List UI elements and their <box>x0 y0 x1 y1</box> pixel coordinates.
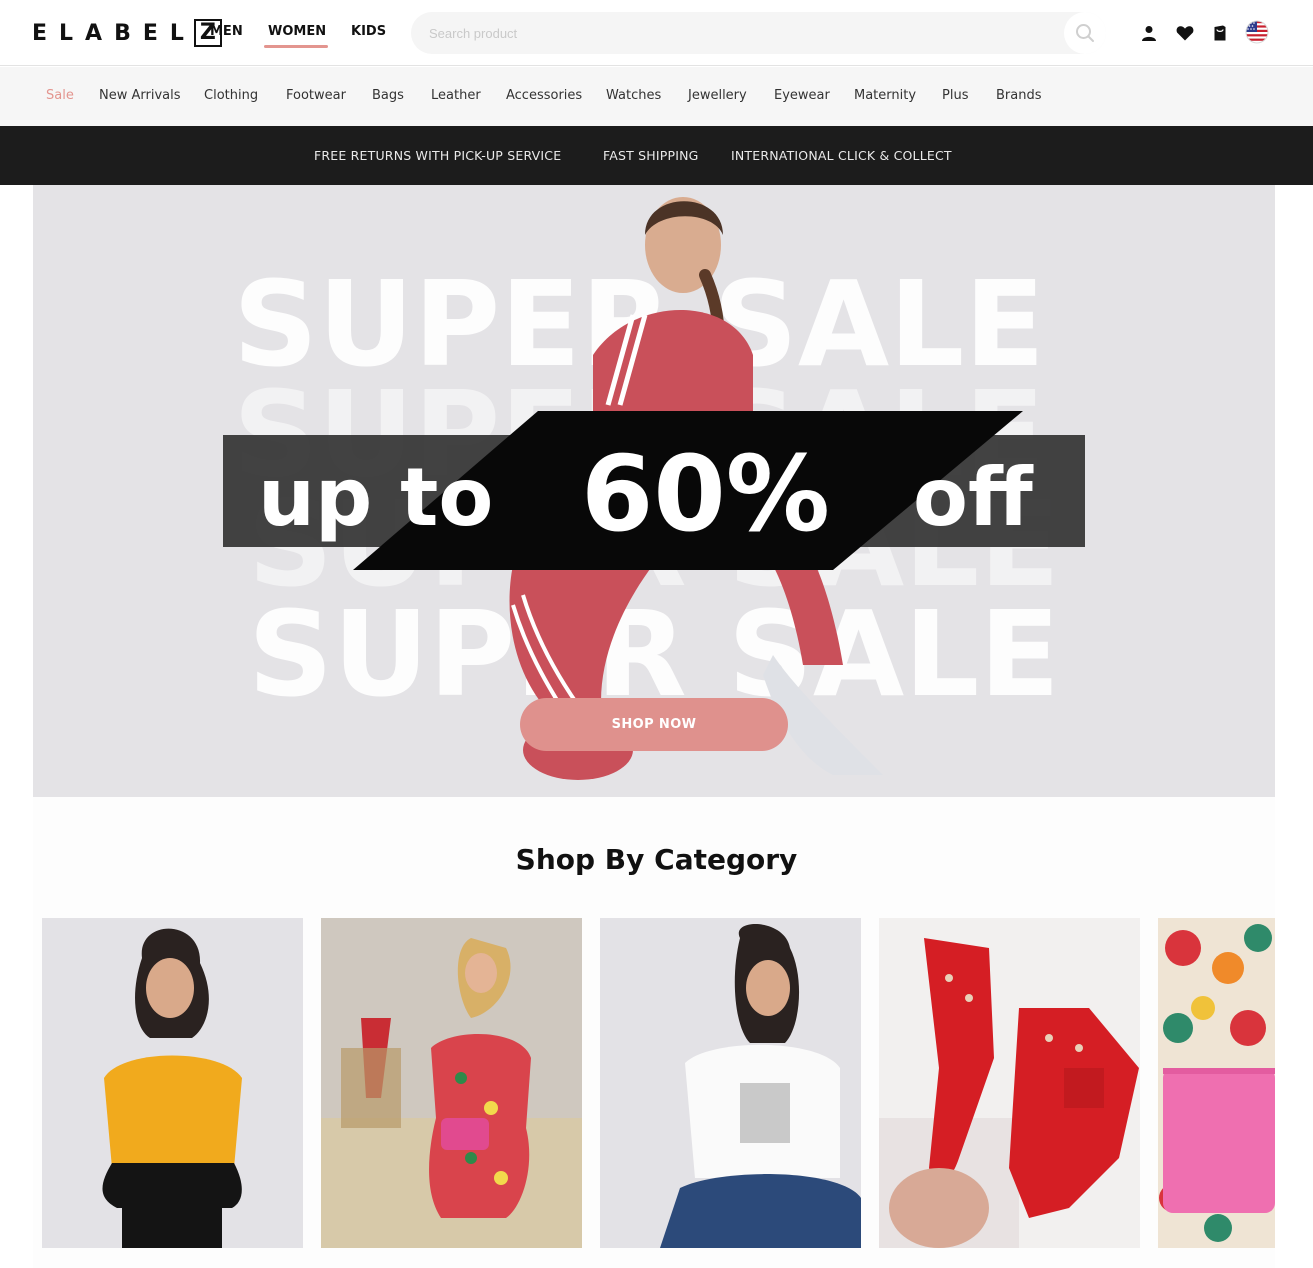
category-card-dresses[interactable] <box>321 918 582 1248</box>
category-plus[interactable]: Plus <box>942 88 968 103</box>
hero-headline-suffix: off <box>913 451 1034 544</box>
search-bar <box>411 12 1106 54</box>
hero-headline-prefix: up to <box>258 451 493 544</box>
fast-shipping-text: FAST SHIPPING <box>603 148 699 163</box>
search-input[interactable] <box>429 12 1049 54</box>
category-bags[interactable]: Bags <box>372 88 404 103</box>
category-image-dresses <box>321 918 582 1248</box>
account-button[interactable] <box>1138 22 1160 44</box>
category-image-tshirts <box>600 918 861 1248</box>
free-returns-text: FREE RETURNS WITH PICK-UP SERVICE <box>314 148 562 163</box>
category-eyewear[interactable]: Eyewear <box>774 88 830 103</box>
click-collect-text: INTERNATIONAL CLICK & COLLECT <box>731 148 952 163</box>
cart-button[interactable] <box>1209 22 1231 44</box>
category-brands[interactable]: Brands <box>996 88 1042 103</box>
category-image-shoes <box>879 918 1140 1248</box>
user-icon <box>1142 26 1156 41</box>
elabelz-logo[interactable]: ELABEL Z <box>32 18 222 48</box>
category-accessories[interactable]: Accessories <box>506 88 582 103</box>
category-image-tops <box>42 918 303 1248</box>
gender-tab-kids[interactable]: KIDS <box>351 24 386 39</box>
bag-icon <box>1214 25 1226 41</box>
hero-banner[interactable]: SUPER SALE SUPER SALE SUPER SALE SUPER S… <box>33 185 1275 797</box>
category-card-bags[interactable] <box>1158 918 1275 1248</box>
logo-text: ELABEL <box>32 20 196 46</box>
category-jewellery[interactable]: Jewellery <box>688 88 747 103</box>
top-header: ELABEL Z MEN WOMEN KIDS <box>0 0 1313 66</box>
category-card-tshirts[interactable] <box>600 918 861 1248</box>
hero-headline-value: 60% <box>581 433 830 555</box>
search-button[interactable] <box>1064 12 1106 54</box>
category-watches[interactable]: Watches <box>606 88 661 103</box>
category-sale[interactable]: Sale <box>46 88 74 103</box>
category-clothing[interactable]: Clothing <box>204 88 258 103</box>
category-card-shoes[interactable] <box>879 918 1140 1248</box>
gender-tab-men[interactable]: MEN <box>210 24 243 39</box>
section-title: Shop By Category <box>515 843 798 876</box>
category-footwear[interactable]: Footwear <box>286 88 346 103</box>
search-icon <box>1076 24 1094 42</box>
category-maternity[interactable]: Maternity <box>854 88 916 103</box>
category-card-tops[interactable] <box>42 918 303 1248</box>
category-nav: Sale New Arrivals Clothing Footwear Bags… <box>0 67 1313 126</box>
category-image-bags <box>1158 918 1275 1248</box>
heart-icon <box>1176 26 1194 41</box>
wishlist-button[interactable] <box>1174 22 1196 44</box>
shop-now-button[interactable]: SHOP NOW <box>520 698 788 751</box>
country-selector[interactable] <box>1245 20 1269 44</box>
category-leather[interactable]: Leather <box>431 88 481 103</box>
us-flag-icon <box>1245 20 1269 44</box>
category-new-arrivals[interactable]: New Arrivals <box>99 88 181 103</box>
active-gender-underline <box>264 45 328 48</box>
service-info-strip: FREE RETURNS WITH PICK-UP SERVICE FAST S… <box>0 126 1313 185</box>
gender-tab-women[interactable]: WOMEN <box>268 24 326 39</box>
